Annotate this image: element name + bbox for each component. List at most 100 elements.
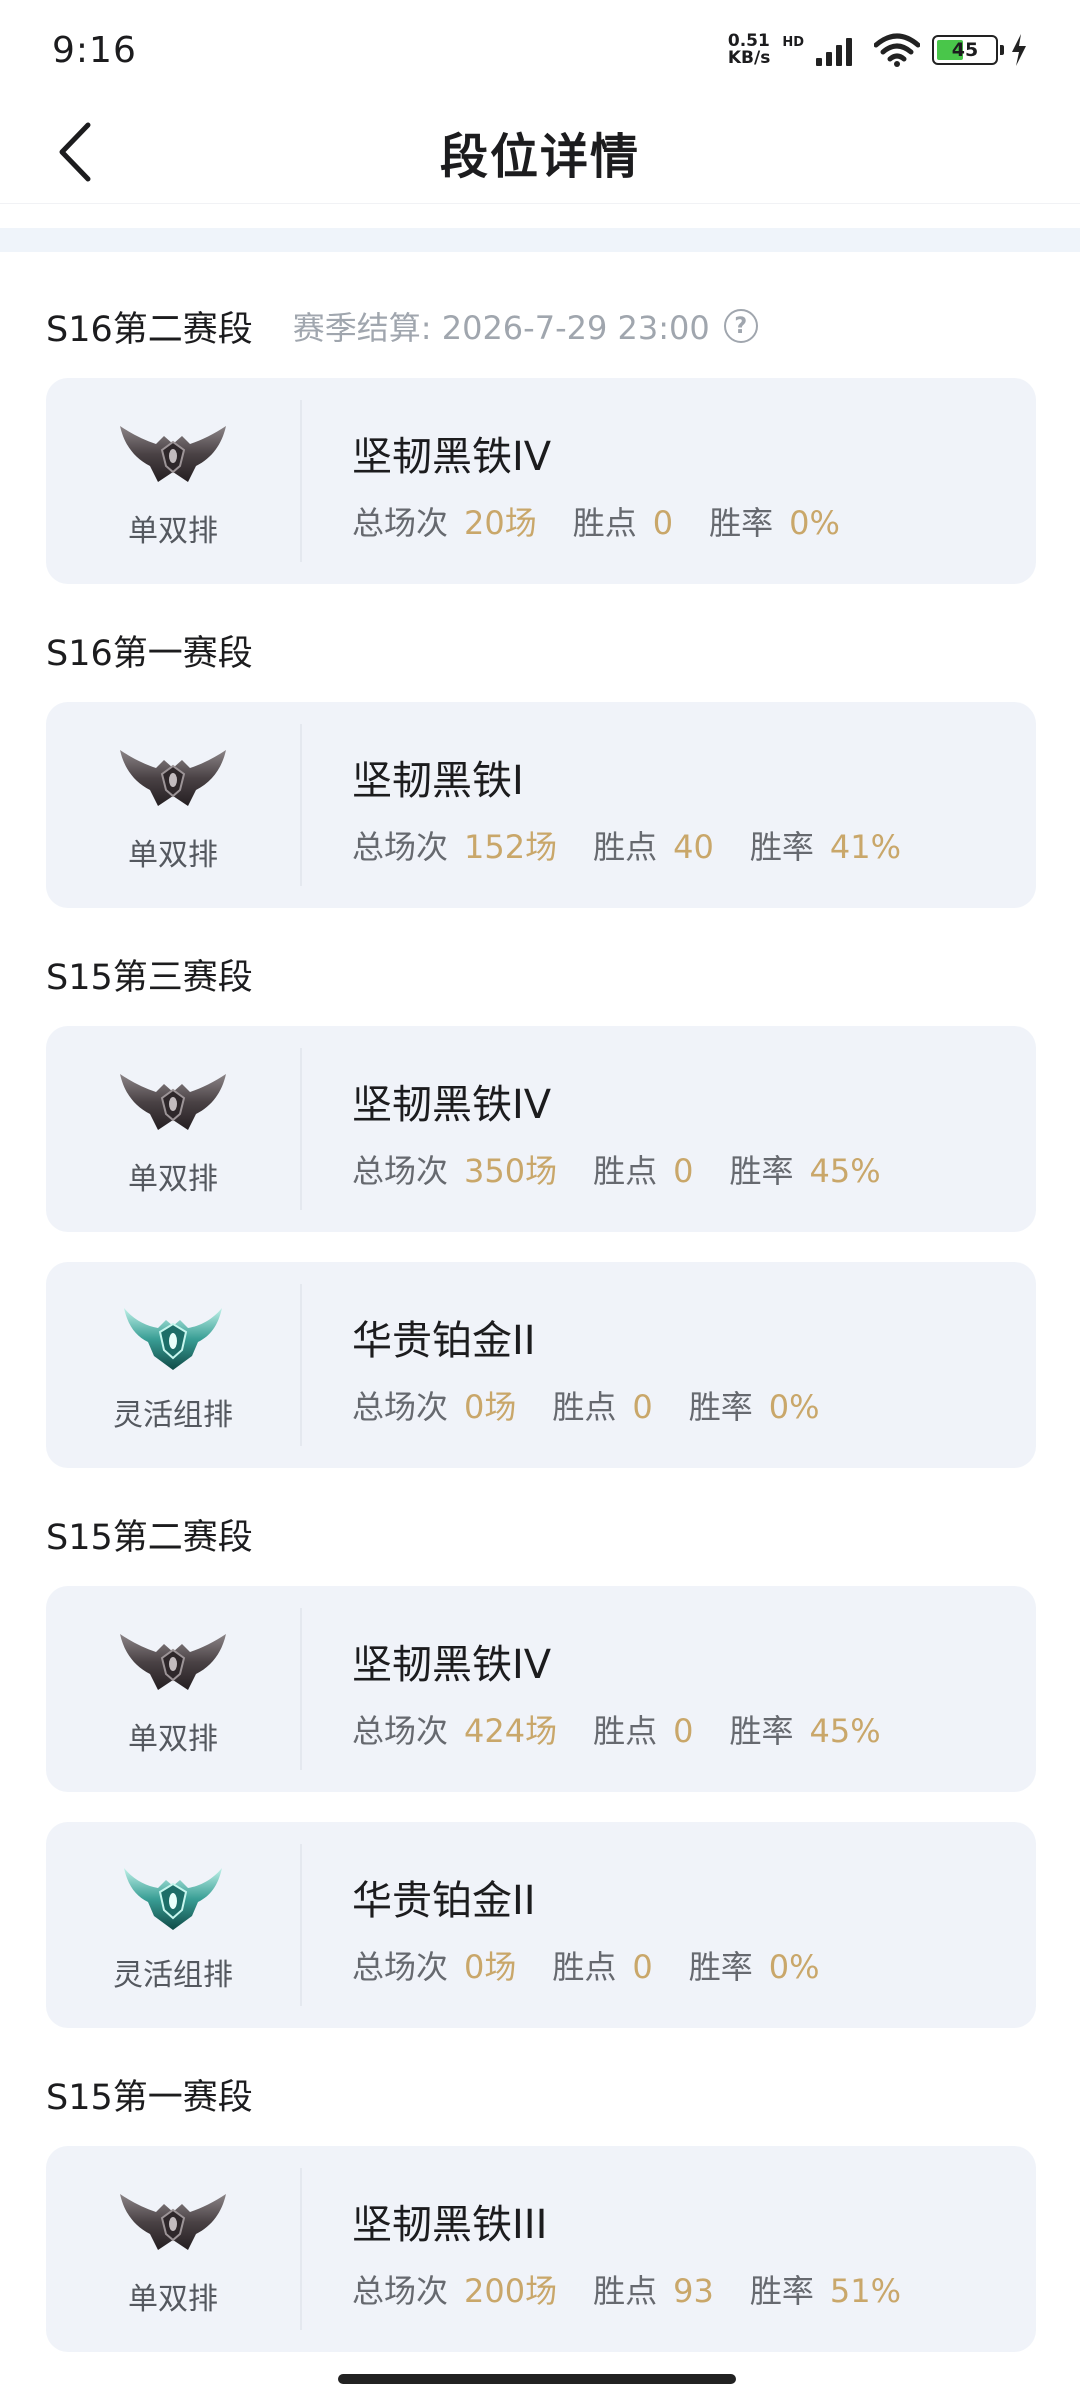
- winrate-value: 45%: [809, 1712, 881, 1750]
- section-title: S15第三赛段: [46, 957, 253, 998]
- rank-name: 坚韧黑铁IV: [352, 434, 552, 480]
- games-value: 20场: [464, 504, 537, 542]
- games-label: 总场次: [352, 504, 449, 542]
- games-value: 0场: [464, 1948, 517, 1986]
- section-header: S15第二赛段: [46, 1504, 253, 1564]
- queue-type: 单双排: [128, 1162, 218, 1197]
- rank-card[interactable]: 单双排 坚韧黑铁I 总场次 152场 胜点 40 胜率 41%: [46, 702, 1036, 908]
- games-label: 总场次: [352, 1948, 449, 1986]
- rank-card[interactable]: 单双排 坚韧黑铁III 总场次 200场 胜点 93 胜率 51%: [46, 2146, 1036, 2352]
- queue-panel: 单双排: [46, 702, 300, 908]
- queue-type: 单双排: [128, 514, 218, 549]
- queue-panel: 单双排: [46, 2146, 300, 2352]
- rank-stats: 总场次 350场 胜点 0 胜率 45%: [352, 1146, 881, 1192]
- rank-stats: 总场次 0场 胜点 0 胜率 0%: [352, 1382, 820, 1428]
- section-title: S16第一赛段: [46, 633, 253, 674]
- winrate-label: 胜率: [729, 1712, 794, 1750]
- platinum-emblem-icon: [118, 1866, 228, 1932]
- queue-panel: 灵活组排: [46, 1822, 300, 2028]
- winrate-label: 胜率: [688, 1388, 753, 1426]
- games-label: 总场次: [352, 828, 449, 866]
- battery-level: 45: [951, 39, 979, 61]
- page-title: 段位详情: [439, 128, 640, 185]
- home-indicator[interactable]: [338, 2374, 736, 2384]
- winrate-value: 41%: [829, 828, 901, 866]
- back-button[interactable]: [36, 114, 112, 190]
- section-header: S15第一赛段: [46, 2064, 253, 2124]
- card-divider: [300, 1608, 302, 1770]
- section-title: S15第二赛段: [46, 1517, 253, 1558]
- card-divider: [300, 1284, 302, 1446]
- network-speed: 0.51 KB/s: [728, 33, 770, 67]
- winrate-label: 胜率: [729, 1152, 794, 1190]
- help-icon[interactable]: ?: [723, 309, 758, 343]
- rank-card[interactable]: 单双排 坚韧黑铁IV 总场次 20场 胜点 0 胜率 0%: [46, 378, 1036, 584]
- winrate-label: 胜率: [749, 2272, 814, 2310]
- rank-stats: 总场次 0场 胜点 0 胜率 0%: [352, 1942, 820, 1988]
- winrate-label: 胜率: [709, 504, 774, 542]
- iron-emblem-icon: [118, 422, 228, 488]
- queue-panel: 单双排: [46, 1026, 300, 1232]
- rank-card[interactable]: 单双排 坚韧黑铁IV 总场次 424场 胜点 0 胜率 45%: [46, 1586, 1036, 1792]
- points-value: 40: [673, 828, 714, 866]
- points-label: 胜点: [593, 1712, 658, 1750]
- rank-card[interactable]: 单双排 坚韧黑铁IV 总场次 350场 胜点 0 胜率 45%: [46, 1026, 1036, 1232]
- queue-type: 灵活组排: [113, 1398, 233, 1433]
- queue-panel: 灵活组排: [46, 1262, 300, 1468]
- rank-name: 华贵铂金II: [352, 1318, 536, 1364]
- network-speed-unit: KB/s: [727, 48, 771, 68]
- battery-icon: 45: [932, 35, 1004, 65]
- points-label: 胜点: [593, 828, 658, 866]
- divider-band: [0, 228, 1080, 252]
- hd-indicator: HD: [782, 35, 804, 50]
- season-settlement-time: 赛季结算: 2026-7-29 23:00: [292, 309, 710, 347]
- card-divider: [300, 724, 302, 886]
- points-value: 93: [673, 2272, 714, 2310]
- queue-type: 单双排: [128, 838, 218, 873]
- rank-stats: 总场次 152场 胜点 40 胜率 41%: [352, 822, 901, 868]
- games-value: 350场: [464, 1152, 558, 1190]
- section-title: S16第二赛段: [46, 309, 253, 350]
- platinum-emblem-icon: [118, 1306, 228, 1372]
- games-label: 总场次: [352, 1152, 449, 1190]
- nav-bar: 段位详情: [0, 100, 1080, 204]
- points-label: 胜点: [552, 1948, 617, 1986]
- charging-icon: [1012, 34, 1026, 66]
- games-label: 总场次: [352, 1712, 449, 1750]
- points-label: 胜点: [593, 1152, 658, 1190]
- points-label: 胜点: [552, 1388, 617, 1426]
- card-divider: [300, 2168, 302, 2330]
- games-label: 总场次: [352, 1388, 449, 1426]
- points-value: 0: [632, 1948, 653, 1986]
- queue-panel: 单双排: [46, 1586, 300, 1792]
- status-time: 9:16: [52, 29, 137, 71]
- status-icons: 0.51 KB/s HD 45: [728, 33, 1028, 67]
- section-header: S16第二赛段 赛季结算: 2026-7-29 23:00 ?: [46, 296, 758, 356]
- iron-emblem-icon: [118, 1070, 228, 1136]
- winrate-value: 51%: [829, 2272, 901, 2310]
- points-value: 0: [632, 1388, 653, 1426]
- rank-card[interactable]: 灵活组排 华贵铂金II 总场次 0场 胜点 0 胜率 0%: [46, 1822, 1036, 2028]
- queue-panel: 单双排: [46, 378, 300, 584]
- chevron-left-icon: [59, 122, 91, 182]
- section-header: S16第一赛段: [46, 620, 253, 680]
- points-value: 0: [673, 1712, 694, 1750]
- section-title: S15第一赛段: [46, 2077, 253, 2118]
- rank-name: 坚韧黑铁IV: [352, 1642, 552, 1688]
- games-value: 0场: [464, 1388, 517, 1426]
- card-divider: [300, 1048, 302, 1210]
- rank-card[interactable]: 灵活组排 华贵铂金II 总场次 0场 胜点 0 胜率 0%: [46, 1262, 1036, 1468]
- section-header: S15第三赛段: [46, 944, 253, 1004]
- winrate-label: 胜率: [688, 1948, 753, 1986]
- games-label: 总场次: [352, 2272, 449, 2310]
- rank-stats: 总场次 20场 胜点 0 胜率 0%: [352, 498, 840, 544]
- points-label: 胜点: [593, 2272, 658, 2310]
- queue-type: 灵活组排: [113, 1958, 233, 1993]
- winrate-value: 0%: [768, 1388, 820, 1426]
- games-value: 200场: [464, 2272, 558, 2310]
- rank-name: 坚韧黑铁III: [352, 2202, 548, 2248]
- wifi-icon: [874, 33, 920, 67]
- winrate-value: 0%: [768, 1948, 820, 1986]
- queue-type: 单双排: [128, 1722, 218, 1757]
- winrate-label: 胜率: [749, 828, 814, 866]
